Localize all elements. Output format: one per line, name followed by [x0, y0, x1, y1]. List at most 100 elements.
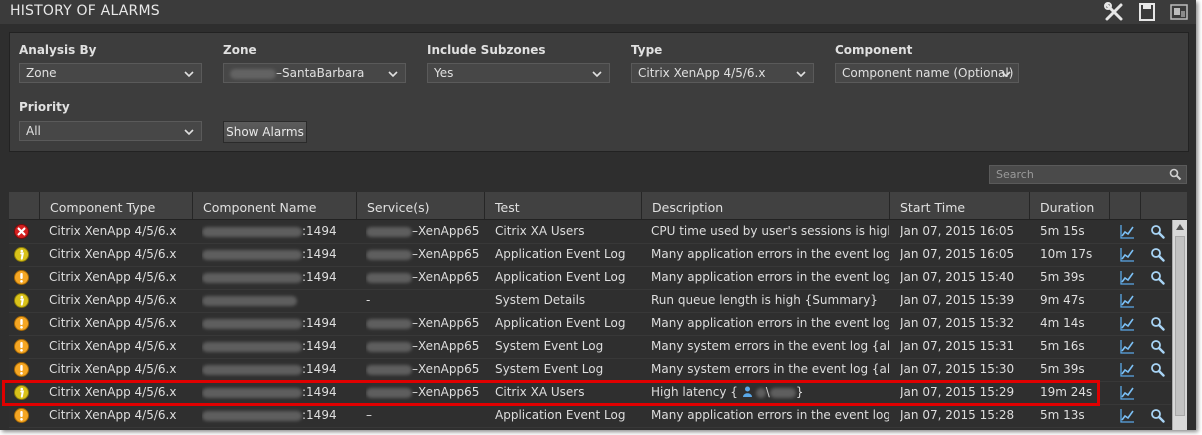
component-name-suffix: :1494 — [302, 270, 337, 284]
filter-panel: Analysis By Zone Zone –SantaBarbara Incl… — [9, 32, 1189, 152]
graph-icon[interactable] — [1120, 316, 1135, 331]
magnifier-icon[interactable] — [1150, 339, 1165, 354]
magnifier-icon[interactable] — [1150, 270, 1165, 285]
graph-icon[interactable] — [1120, 270, 1135, 285]
magnifier-icon[interactable] — [1150, 247, 1165, 262]
table-row[interactable]: Citrix XenApp 4/5/6.x :1494 – Applicatio… — [9, 404, 1171, 428]
user-icon — [742, 385, 753, 399]
component-label: Component — [835, 43, 913, 57]
component-name-cell: :1494 — [202, 381, 352, 404]
component-name-cell: :1494 — [202, 220, 352, 243]
table-row[interactable]: Citrix XenApp 4/5/6.x :1494 –XenApp65 Ap… — [9, 312, 1171, 336]
include-subzones-label: Include Subzones — [427, 43, 546, 57]
priority-select[interactable]: All — [19, 121, 202, 141]
description-cell: Many application errors in the event log… — [651, 243, 889, 266]
component-type-cell: Citrix XenApp 4/5/6.x — [49, 293, 177, 307]
duration-cell: 5m 39s — [1040, 362, 1085, 376]
include-subzones-select[interactable]: Yes — [427, 63, 610, 83]
start-time-cell: Jan 07, 2015 15:31 — [900, 339, 1015, 353]
graph-icon[interactable] — [1120, 385, 1135, 400]
column-header-description[interactable]: Description — [642, 192, 890, 219]
zone-select[interactable]: –SantaBarbara — [223, 63, 406, 83]
column-header-component-name[interactable]: Component Name — [193, 192, 357, 219]
history-of-alarms-window: HISTORY OF ALARMS Analysis By Zone Zone … — [0, 0, 1196, 430]
description-text: Many application errors in the event log… — [651, 316, 889, 330]
component-select[interactable]: Component name (Optional) — [835, 63, 1019, 83]
analysis-by-select[interactable]: Zone — [19, 63, 202, 83]
component-name-cell: :1494 — [202, 358, 352, 381]
duration-cell: 10m 17s — [1040, 247, 1093, 261]
column-header-component-type[interactable]: Component Type — [40, 192, 193, 219]
duration-cell: 5m 39s — [1040, 270, 1085, 284]
component-name-cell: :1494 — [202, 266, 352, 289]
redacted-text — [366, 341, 412, 352]
redacted-text — [202, 387, 302, 398]
tools-icon[interactable] — [1103, 2, 1125, 22]
component-type-cell: Citrix XenApp 4/5/6.x — [49, 339, 177, 353]
services-cell: –XenApp65 — [366, 312, 484, 335]
table-row[interactable]: Citrix XenApp 4/5/6.x :1494 –XenApp65 Ci… — [9, 220, 1171, 244]
duration-cell: 5m 15s — [1040, 224, 1085, 238]
save-icon[interactable] — [1136, 2, 1158, 22]
scrollbar-thumb[interactable] — [1175, 236, 1185, 416]
column-header-duration[interactable]: Duration — [1030, 192, 1110, 219]
redacted-text — [366, 318, 412, 329]
type-select[interactable]: Citrix XenApp 4/5/6.x — [631, 63, 814, 83]
redacted-text — [366, 272, 412, 283]
graph-icon[interactable] — [1120, 247, 1135, 262]
magnifier-icon[interactable] — [1150, 362, 1165, 377]
minor-alarm-icon — [14, 385, 29, 400]
table-row[interactable]: Citrix XenApp 4/5/6.x :1494 –XenApp65 Ap… — [9, 266, 1171, 290]
graph-icon[interactable] — [1120, 339, 1135, 354]
table-row[interactable]: Citrix XenApp 4/5/6.x :1494 –XenApp65 Ci… — [9, 381, 1171, 405]
graph-icon[interactable] — [1120, 408, 1135, 423]
vertical-scrollbar[interactable] — [1172, 220, 1187, 430]
column-header-test[interactable]: Test — [485, 192, 642, 219]
description-text: High latency { — [651, 385, 738, 399]
type-value: Citrix XenApp 4/5/6.x — [638, 66, 766, 80]
redacted-text — [366, 226, 412, 237]
magnifier-icon[interactable] — [1150, 316, 1165, 331]
analysis-by-label: Analysis By — [19, 43, 97, 57]
table-row[interactable]: Citrix XenApp 4/5/6.x :1494 –XenApp65 Sy… — [9, 335, 1171, 359]
column-header-start-time[interactable]: Start Time — [890, 192, 1030, 219]
show-alarms-button[interactable]: Show Alarms — [223, 121, 307, 143]
component-name-cell — [202, 289, 352, 312]
duration-cell: 5m 13s — [1040, 408, 1085, 422]
services-cell: –XenApp65 — [366, 243, 484, 266]
minor-alarm-icon — [14, 293, 29, 308]
search-icon[interactable] — [1169, 168, 1182, 181]
search-input[interactable]: Search — [996, 168, 1034, 181]
export-icon[interactable] — [1168, 2, 1190, 22]
component-type-cell: Citrix XenApp 4/5/6.x — [49, 385, 177, 399]
table-row[interactable]: Citrix XenApp 4/5/6.x - System Details R… — [9, 289, 1171, 313]
alarms-table: Component Type Component Name Service(s)… — [9, 192, 1187, 430]
major-alarm-icon — [14, 408, 29, 423]
severity-column-header[interactable] — [9, 192, 40, 219]
graph-icon[interactable] — [1120, 224, 1135, 239]
component-name-cell: :1494 — [202, 312, 352, 335]
magnifier-icon[interactable] — [1150, 224, 1165, 239]
component-type-cell: Citrix XenApp 4/5/6.x — [49, 408, 177, 422]
search-box[interactable]: Search — [989, 165, 1187, 184]
column-header-services[interactable]: Service(s) — [357, 192, 485, 219]
service-value: – — [366, 408, 372, 422]
component-type-cell: Citrix XenApp 4/5/6.x — [49, 362, 177, 376]
service-value: - — [366, 293, 371, 307]
service-value: –XenApp65 — [412, 316, 480, 330]
table-row[interactable]: Citrix XenApp 4/5/6.x :1494 –XenApp65 Sy… — [9, 358, 1171, 382]
zone-value: –SantaBarbara — [276, 66, 365, 80]
description-text: Many system errors in the event log {all… — [651, 339, 889, 353]
services-cell: –XenApp65 — [366, 335, 484, 358]
priority-label: Priority — [19, 100, 70, 114]
component-type-cell: Citrix XenApp 4/5/6.x — [49, 270, 177, 284]
test-cell: Application Event Log — [495, 247, 626, 261]
magnifier-icon[interactable] — [1150, 408, 1165, 423]
start-time-cell: Jan 07, 2015 15:39 — [900, 293, 1015, 307]
graph-icon[interactable] — [1120, 362, 1135, 377]
scroll-up-icon[interactable] — [1176, 224, 1184, 230]
graph-icon[interactable] — [1120, 293, 1135, 308]
service-value: –XenApp65 — [412, 339, 480, 353]
table-row[interactable]: Citrix XenApp 4/5/6.x :1494 –XenApp65 Ap… — [9, 243, 1171, 267]
duration-cell: 19m 24s — [1040, 385, 1093, 399]
